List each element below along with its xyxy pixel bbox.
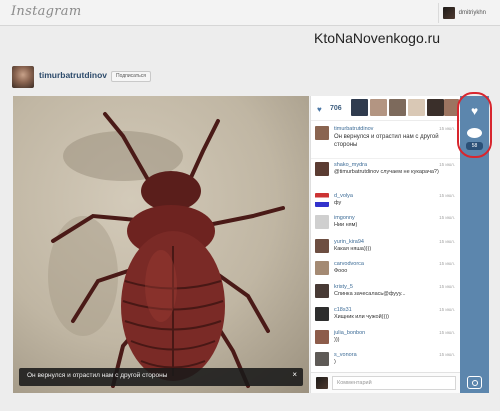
comment-item: timurbatrutdinov 15 июл. Он вернулся и о… — [315, 126, 457, 158]
user-menu[interactable]: dmitriykhn — [437, 3, 492, 23]
comment-time: 15 июл. — [439, 126, 455, 131]
comment-time: 15 июл. — [439, 284, 455, 289]
highlight-annotation — [457, 92, 492, 158]
comment-time: 15 июл. — [439, 352, 455, 357]
liker-avatar[interactable] — [389, 99, 406, 116]
comment-text: Спинка зачесалась@фууу... — [334, 291, 406, 297]
comments-panel: ♥ 706 timurbatrutdinov 15 июл. Он вернул… — [310, 96, 461, 393]
comment-item: d_volya 15 июл. фу — [315, 193, 457, 213]
comment-text: Какая няша)))) — [334, 246, 372, 252]
comment-text: Хищник или чужой)))) — [334, 314, 390, 320]
comment-item: s_vonora 15 июл. ) — [315, 352, 457, 370]
caption-bar: Он вернулся и отрастил нам с другой стор… — [19, 368, 303, 386]
divider — [311, 158, 461, 159]
comment-time: 15 июл. — [439, 307, 455, 312]
commenter-avatar[interactable] — [315, 239, 329, 253]
comment-time: 15 июл. — [439, 261, 455, 266]
commenter-avatar[interactable] — [315, 352, 329, 366]
my-avatar — [316, 377, 328, 389]
heart-icon: ♥ — [317, 105, 322, 114]
profile-avatar[interactable] — [12, 66, 34, 88]
username-label: dmitriykhn — [458, 10, 486, 16]
post-photo[interactable]: Он вернулся и отрастил нам с другой стор… — [13, 96, 309, 393]
comment-item: imgonny 15 июл. Нии ням) — [315, 215, 457, 235]
comment-item: julia_bonbon 15 июл. ))) — [315, 330, 457, 350]
commenter-name[interactable]: shako_mydra — [334, 162, 367, 168]
commenter-name[interactable]: carvodvorca — [334, 261, 364, 267]
commenter-avatar[interactable] — [315, 284, 329, 298]
liker-avatar[interactable] — [427, 99, 444, 116]
comment-time: 15 июл. — [439, 239, 455, 244]
like-count[interactable]: 706 — [330, 105, 342, 112]
comment-text: @timurbatrutdinov случаем не кукарача?) — [334, 169, 439, 175]
comment-item: shako_mydra 15 июл. @timurbatrutdinov сл… — [315, 162, 457, 186]
liker-avatar[interactable] — [408, 99, 425, 116]
comment-time: 15 июл. — [439, 215, 455, 220]
comment-item: carvodvorca 15 июл. Фооо — [315, 261, 457, 281]
commenter-avatar[interactable] — [315, 126, 329, 140]
commenter-name[interactable]: imgonny — [334, 215, 355, 221]
commenter-name[interactable]: julia_bonbon — [334, 330, 365, 336]
beetle-image — [48, 112, 285, 388]
comment-item: yurin_kira94 15 июл. Какая няша)))) — [315, 239, 457, 259]
comment-time: 15 июл. — [439, 330, 455, 335]
comment-item: kristy_5 15 июл. Спинка зачесалась@фууу.… — [315, 284, 457, 304]
comment-text: ) — [334, 359, 336, 365]
comment-text: ))) — [334, 337, 340, 343]
commenter-name[interactable]: c18s31 — [334, 307, 352, 313]
comment-text: фу — [334, 200, 342, 206]
comment-time: 15 июл. — [439, 193, 455, 198]
commenter-avatar[interactable] — [315, 307, 329, 321]
top-bar: Instagram dmitriykhn — [0, 0, 500, 26]
instagram-logo[interactable]: Instagram — [11, 4, 81, 19]
commenter-avatar[interactable] — [315, 330, 329, 344]
commenter-name[interactable]: s_vonora — [334, 352, 357, 358]
commenter-name[interactable]: d_volya — [334, 193, 353, 199]
profile-name[interactable]: timurbatrutdinov — [39, 70, 107, 80]
comment-item: c18s31 15 июл. Хищник или чужой)))) — [315, 307, 457, 327]
follow-button[interactable]: Подписаться — [111, 71, 151, 82]
commenter-avatar[interactable] — [315, 193, 329, 207]
site-watermark: KtoNaNovenkogo.ru — [314, 30, 441, 46]
commenter-name[interactable]: kristy_5 — [334, 284, 353, 290]
close-icon[interactable]: × — [292, 370, 297, 379]
comment-time: 15 июл. — [439, 162, 455, 167]
commenter-name[interactable]: timurbatrutdinov — [334, 126, 373, 132]
commenter-avatar[interactable] — [315, 261, 329, 275]
comment-input-row — [311, 372, 461, 393]
caption-text: Он вернулся и отрастил нам с другой стор… — [27, 372, 168, 379]
commenter-name[interactable]: yurin_kira94 — [334, 239, 364, 245]
likes-row: ♥ 706 — [311, 96, 461, 121]
liker-avatar[interactable] — [370, 99, 387, 116]
comment-text: Нии ням) — [334, 222, 358, 228]
commenter-avatar[interactable] — [315, 162, 329, 176]
commenter-avatar[interactable] — [315, 215, 329, 229]
user-avatar — [442, 7, 455, 19]
comment-text: Фооо — [334, 268, 348, 274]
comment-input[interactable] — [332, 376, 456, 390]
comment-text: Он вернулся и отрастил нам с другой стор… — [334, 134, 439, 148]
instagram-camera-icon[interactable] — [467, 376, 482, 389]
liker-avatar[interactable] — [351, 99, 368, 116]
